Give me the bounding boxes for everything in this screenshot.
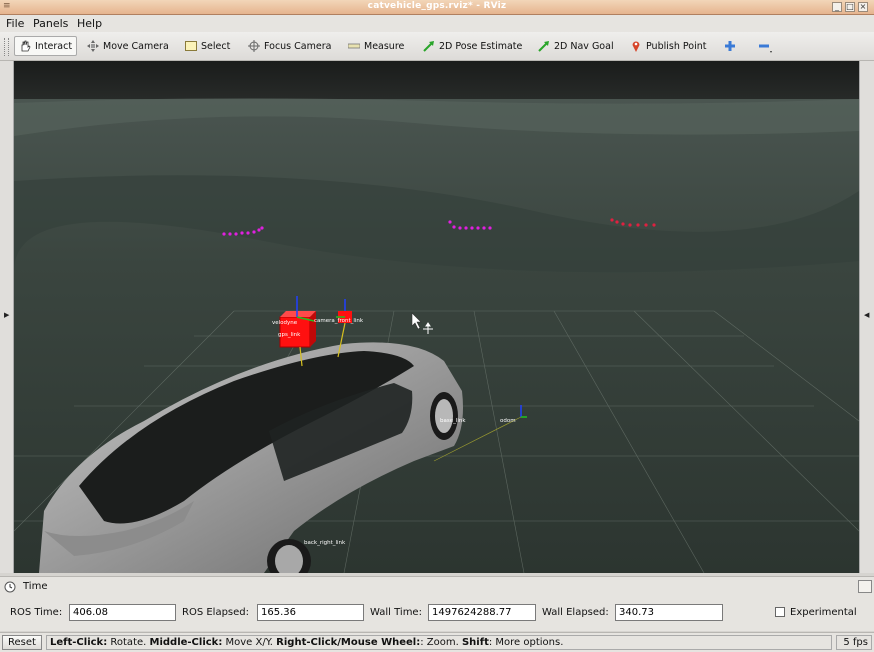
status-bar: Reset Left-Click: Rotate. Middle-Click: … [0, 632, 874, 652]
experimental-label: Experimental [790, 607, 857, 618]
move-camera-icon [87, 40, 99, 52]
menu-help[interactable]: Help [77, 17, 102, 30]
hint-more: : More options. [488, 637, 564, 648]
wall-time-label: Wall Time: [370, 607, 422, 618]
hint-right-click: Right-Click/Mouse Wheel: [276, 637, 421, 648]
time-panel-title: Time [23, 581, 48, 592]
frame-label-gps: gps_link [278, 332, 301, 338]
tool-select-label: Select [201, 40, 231, 52]
tool-focus-camera[interactable]: Focus Camera [248, 37, 331, 55]
wall-time-field[interactable] [428, 604, 536, 621]
scene-render[interactable]: velodyne camera_front_link gps_link base… [14, 61, 859, 573]
render-viewport[interactable]: velodyne camera_front_link gps_link base… [14, 61, 859, 573]
wall-elapsed-label: Wall Elapsed: [542, 607, 609, 618]
time-panel-float-button[interactable] [858, 580, 872, 593]
close-button[interactable]: × [858, 2, 868, 12]
measure-icon [347, 40, 361, 52]
tool-2d-nav-goal-label: 2D Nav Goal [554, 40, 614, 52]
hint-zoom: : Zoom. [420, 637, 462, 648]
frame-label-camera-front: camera_front_link [314, 318, 364, 324]
hint-rotate: Rotate. [107, 637, 150, 648]
tool-2d-pose-estimate[interactable]: 2D Pose Estimate [423, 37, 522, 55]
frame-label-velodyne: velodyne [272, 320, 298, 326]
reset-button[interactable]: Reset [2, 635, 42, 650]
tool-select[interactable]: Select [185, 37, 230, 55]
wall-elapsed-field[interactable] [615, 604, 723, 621]
expand-left-icon[interactable]: ▶ [4, 311, 9, 319]
ros-time-field[interactable] [69, 604, 176, 621]
hint-middle-click: Middle-Click: [149, 637, 223, 648]
tool-publish-point-label: Publish Point [646, 40, 707, 52]
pose-arrow-icon [423, 40, 435, 52]
pin-icon [630, 40, 642, 52]
fps-readout: 5 fps [836, 635, 872, 650]
tool-move-camera[interactable]: Move Camera [87, 37, 169, 55]
window-titlebar[interactable]: ≡ catvehicle_gps.rviz* - RViz _ □ × [0, 0, 874, 15]
sky [14, 61, 859, 101]
focus-camera-icon [248, 40, 260, 52]
frame-label-back-right: back_right_link [304, 540, 346, 546]
frame-label-base: base_link [440, 418, 466, 424]
select-icon [185, 40, 197, 52]
remove-tool-button[interactable] [758, 37, 774, 55]
window-title: catvehicle_gps.rviz* - RViz [367, 1, 507, 11]
minimize-button[interactable]: _ [832, 2, 842, 12]
clock-icon [4, 581, 16, 596]
time-panel: ROS Time: ROS Elapsed: Wall Time: Wall E… [0, 597, 874, 631]
hint-left-click: Left-Click: [50, 637, 108, 648]
menu-file[interactable]: File [6, 17, 24, 30]
nav-arrow-icon [538, 40, 550, 52]
tool-2d-pose-estimate-label: 2D Pose Estimate [439, 40, 523, 52]
toolbar-grip[interactable] [4, 38, 9, 56]
plus-icon [724, 40, 736, 52]
time-panel-header[interactable]: Time [0, 576, 874, 597]
tool-move-camera-label: Move Camera [103, 40, 169, 52]
expand-right-icon[interactable]: ◀ [864, 311, 869, 319]
tool-focus-camera-label: Focus Camera [264, 40, 332, 52]
maximize-button[interactable]: □ [845, 2, 855, 12]
mouse-hint: Left-Click: Rotate. Middle-Click: Move X… [46, 635, 832, 650]
hint-move: Move X/Y. [222, 637, 277, 648]
tool-interact[interactable]: Interact [14, 36, 78, 56]
minus-icon [758, 40, 772, 53]
toolbar: Interact Move Camera Select Focus Camera… [0, 32, 874, 61]
hand-icon [19, 40, 31, 52]
menubar: File Panels Help [0, 15, 874, 32]
tool-measure-label: Measure [364, 40, 405, 52]
menu-panels[interactable]: Panels [33, 17, 68, 30]
right-dock-handle[interactable]: ◀ [859, 61, 874, 573]
experimental-checkbox[interactable] [775, 607, 785, 617]
tool-interact-label: Interact [35, 40, 73, 52]
ros-elapsed-label: ROS Elapsed: [182, 607, 249, 618]
left-dock-handle[interactable]: ▶ [0, 61, 14, 573]
ros-elapsed-field[interactable] [257, 604, 364, 621]
tool-2d-nav-goal[interactable]: 2D Nav Goal [538, 37, 614, 55]
hint-shift: Shift [461, 637, 489, 648]
ros-time-label: ROS Time: [10, 607, 63, 618]
frame-label-odom: odom [500, 418, 516, 424]
tool-publish-point[interactable]: Publish Point [630, 37, 706, 55]
tool-measure[interactable]: Measure [347, 37, 405, 55]
add-tool-button[interactable] [724, 37, 740, 55]
